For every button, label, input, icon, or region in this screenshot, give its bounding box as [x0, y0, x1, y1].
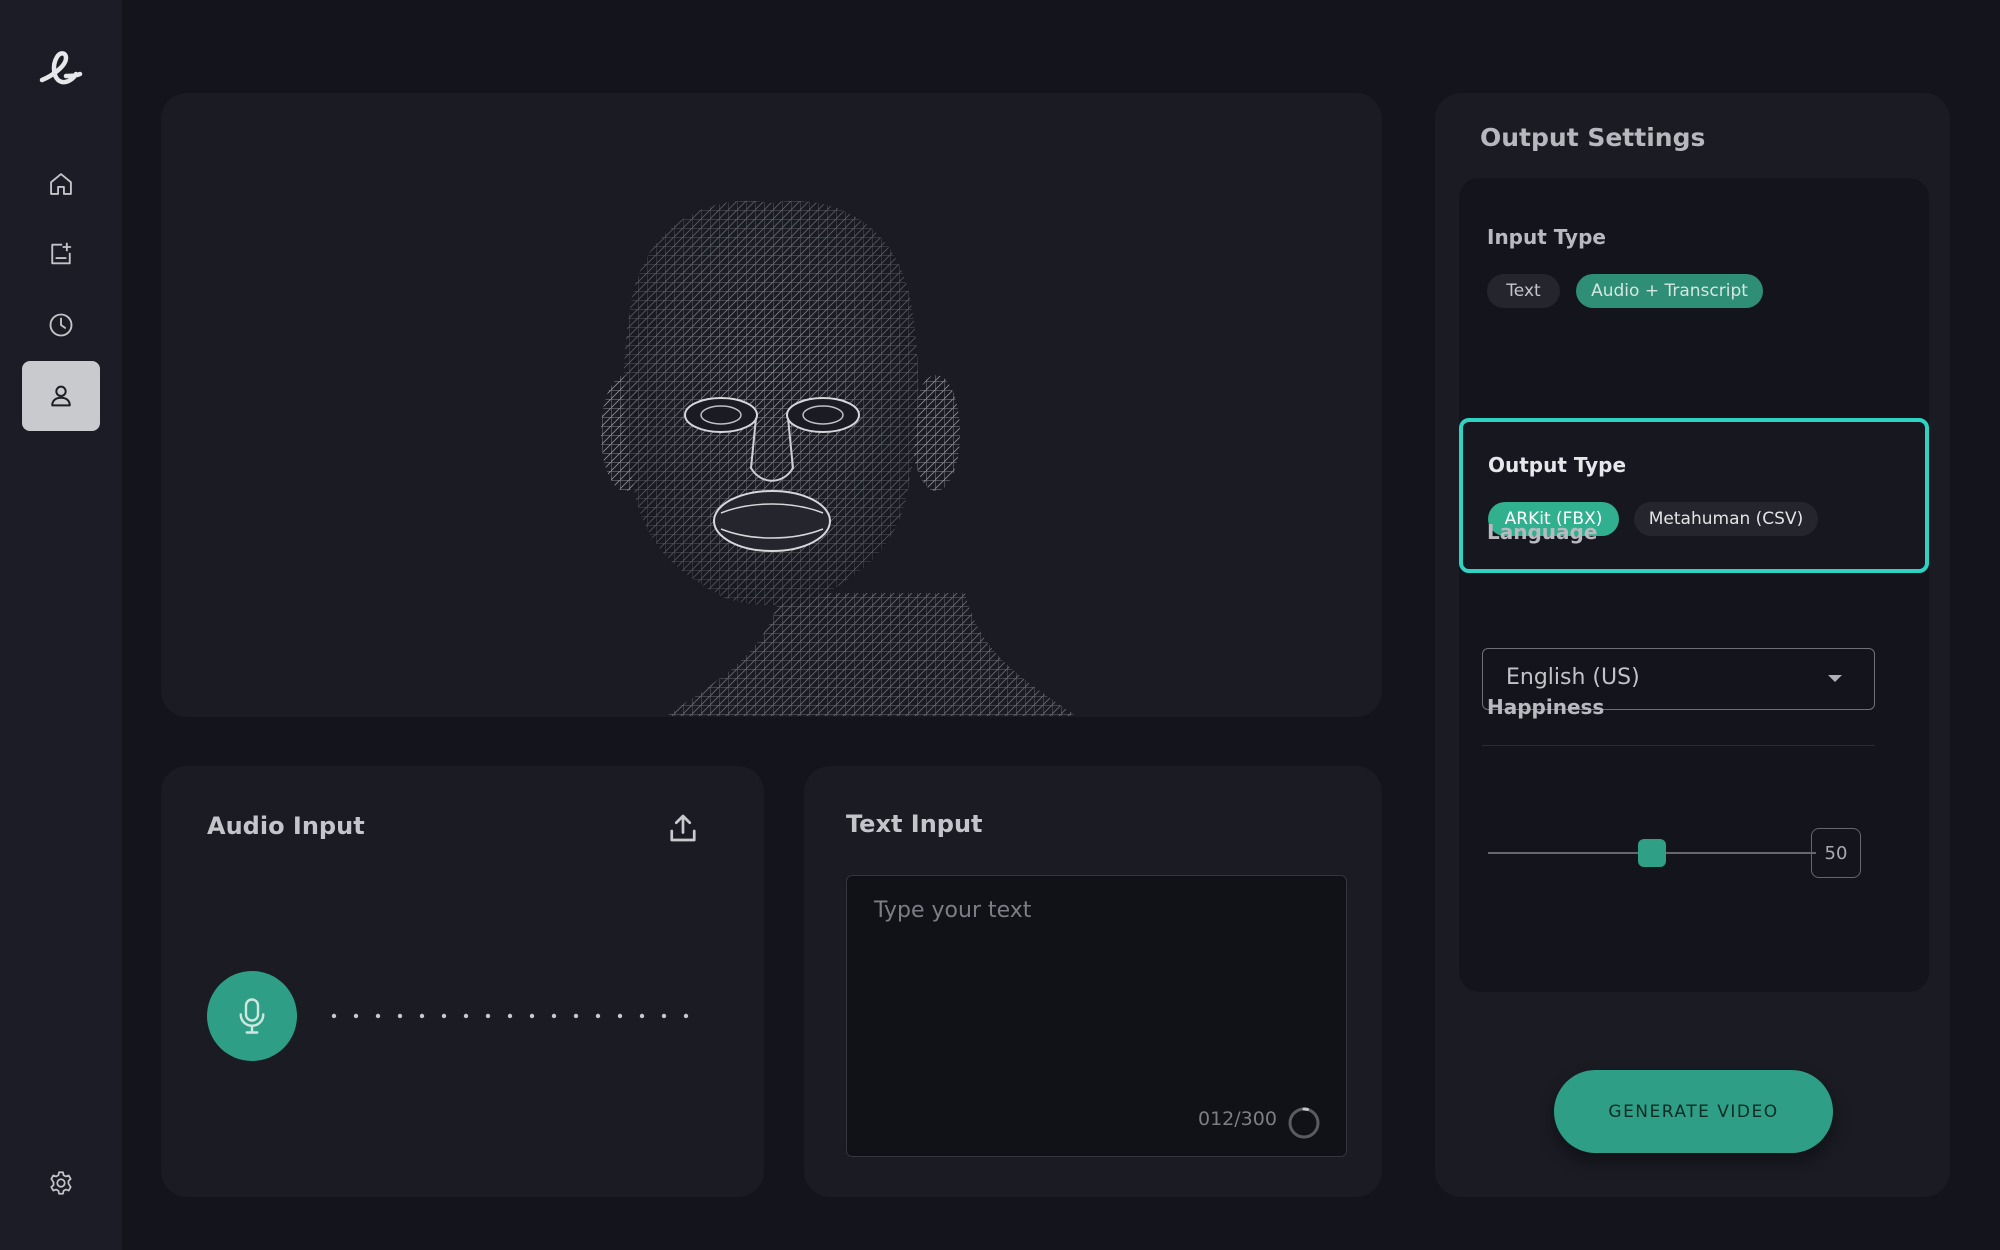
wireframe-head-icon [601, 200, 1076, 716]
chevron-down-icon [1828, 675, 1842, 682]
settings-button[interactable] [22, 1148, 100, 1218]
audio-waveform [331, 1013, 689, 1019]
audio-input-panel: Audio Input [161, 766, 764, 1197]
happiness-label: Happiness [1487, 695, 1605, 719]
preview-viewer[interactable] [161, 93, 1382, 717]
happiness-value[interactable]: 50 [1811, 828, 1861, 878]
output-settings-panel: Output Settings Input Type Text Audio + … [1435, 93, 1950, 1197]
sidebar-item-home[interactable] [22, 149, 100, 219]
input-type-audio-transcript-chip[interactable]: Audio + Transcript [1576, 274, 1763, 308]
output-type-label: Output Type [1488, 453, 1627, 477]
record-button[interactable] [207, 971, 297, 1061]
sidebar [0, 0, 122, 1250]
input-type-text-chip[interactable]: Text [1487, 274, 1560, 308]
profile-icon [51, 385, 71, 407]
text-input-panel: Text Input Type your text 012/300 [804, 766, 1382, 1197]
character-count: 012/300 [1198, 1108, 1277, 1130]
gear-icon [50, 1171, 72, 1195]
output-type-metahuman-chip[interactable]: Metahuman (CSV) [1634, 502, 1818, 536]
sidebar-item-new-project[interactable] [22, 219, 100, 289]
upload-icon[interactable] [665, 810, 701, 846]
audio-input-title: Audio Input [207, 812, 365, 840]
text-input-placeholder: Type your text [874, 898, 1032, 923]
language-label: Language [1487, 520, 1598, 544]
text-input-title: Text Input [846, 810, 983, 838]
divider [1482, 745, 1875, 746]
history-clock-icon [49, 313, 73, 337]
text-input-field[interactable]: Type your text 012/300 [846, 875, 1347, 1157]
output-type-group: Output Type ARKit (FBX) Metahuman (CSV) [1459, 418, 1929, 573]
new-project-icon [51, 242, 72, 265]
language-select-value: English (US) [1506, 665, 1640, 690]
home-icon [50, 173, 72, 195]
sidebar-item-profile[interactable] [22, 361, 100, 431]
microphone-icon [239, 998, 265, 1034]
sidebar-item-history[interactable] [22, 290, 100, 360]
generate-video-button[interactable]: GENERATE VIDEO [1554, 1070, 1833, 1153]
character-limit-ring-icon [1288, 1107, 1320, 1139]
input-type-label: Input Type [1487, 225, 1606, 249]
output-settings-title: Output Settings [1480, 123, 1706, 152]
settings-card: Input Type Text Audio + Transcript Outpu… [1459, 178, 1929, 992]
cursive-e-logo[interactable] [36, 46, 86, 96]
happiness-slider-thumb[interactable] [1638, 839, 1666, 867]
